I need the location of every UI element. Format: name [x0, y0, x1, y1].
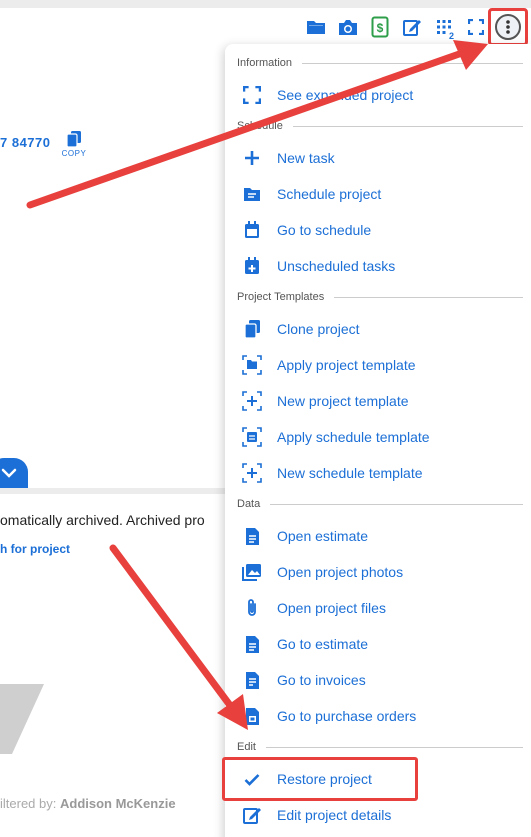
- template-plus-icon: [242, 463, 262, 483]
- menu-item-label: Schedule project: [277, 186, 382, 202]
- template-plus-icon: [242, 391, 262, 411]
- more-vert-icon: [495, 14, 521, 40]
- svg-text:$: $: [377, 21, 384, 35]
- expand-icon: [468, 19, 484, 35]
- copy-label: COPY: [61, 149, 87, 158]
- menu-item-label: New task: [277, 150, 335, 166]
- menu-item-label: Clone project: [277, 321, 360, 337]
- search-for-project-link[interactable]: h for project: [0, 542, 70, 556]
- section-header-edit: Edit: [237, 740, 523, 754]
- menu-item-label: Open estimate: [277, 528, 369, 544]
- section-title: Data: [237, 498, 261, 510]
- edit-icon: [243, 808, 261, 824]
- calendar-plus-icon: [245, 257, 259, 274]
- menu-item-apply-project-template[interactable]: Apply project template: [225, 348, 531, 382]
- menu-item-label: Apply schedule template: [277, 429, 430, 445]
- section-title: Edit: [237, 741, 256, 753]
- menu-item-label: Go to estimate: [277, 636, 369, 652]
- project-toolbar: $ 2: [300, 12, 492, 42]
- section-header-project-templates: Project Templates: [237, 290, 523, 304]
- edit-button[interactable]: [396, 12, 428, 42]
- menu-item-schedule-project[interactable]: Schedule project: [225, 177, 531, 211]
- menu-item-go-to-purchase-orders[interactable]: Go to purchase orders: [225, 699, 531, 733]
- menu-item-label: Open project photos: [277, 564, 404, 580]
- grid-badge: 2: [448, 31, 454, 41]
- menu-item-see-expanded-project[interactable]: See expanded project: [225, 78, 531, 112]
- more-options-button[interactable]: [488, 8, 528, 46]
- menu-item-label: Apply project template: [277, 357, 416, 373]
- menu-item-go-to-invoices[interactable]: Go to invoices: [225, 663, 531, 697]
- menu-item-go-to-estimate[interactable]: Go to estimate: [225, 627, 531, 661]
- estimate-button[interactable]: $: [364, 12, 396, 42]
- invoice-icon: [245, 671, 259, 689]
- template-folder-icon: [242, 355, 262, 375]
- menu-item-label: New schedule template: [277, 465, 423, 481]
- chevron-down-icon: [1, 468, 17, 478]
- camera-button[interactable]: [332, 12, 364, 42]
- section-header-information: Information: [237, 56, 523, 70]
- copy-button[interactable]: COPY: [60, 131, 88, 158]
- folder-icon: [307, 21, 325, 34]
- menu-item-label: Unscheduled tasks: [277, 258, 396, 274]
- menu-item-label: Go to invoices: [277, 672, 366, 688]
- menu-item-open-project-files[interactable]: Open project files: [225, 591, 531, 625]
- paperclip-icon: [248, 599, 256, 616]
- document-icon: [245, 527, 259, 545]
- folder-lines-icon: [244, 188, 260, 201]
- menu-item-label: Go to schedule: [277, 222, 372, 238]
- section-header-data: Data: [237, 497, 523, 511]
- document-icon: [245, 635, 259, 653]
- menu-item-new-schedule-template[interactable]: New schedule template: [225, 456, 531, 490]
- section-header-schedule: Schedule: [237, 119, 523, 133]
- filtered-user-name: Addison McKenzie: [60, 796, 176, 811]
- menu-item-apply-schedule-template[interactable]: Apply schedule template: [225, 420, 531, 454]
- menu-item-label: Go to purchase orders: [277, 708, 417, 724]
- section-title: Project Templates: [237, 291, 325, 303]
- menu-item-new-project-template[interactable]: New project template: [225, 384, 531, 418]
- phone-number: 7 84770: [0, 135, 51, 150]
- calendar-icon: [245, 221, 259, 238]
- menu-item-edit-project-details[interactable]: Edit project details: [225, 798, 531, 832]
- empty-state-graphic: [0, 684, 44, 754]
- menu-item-label: Open project files: [277, 600, 386, 616]
- restore-project-highlight: [222, 757, 418, 801]
- copy-icon: [67, 131, 81, 147]
- menu-item-go-to-schedule[interactable]: Go to schedule: [225, 213, 531, 247]
- menu-item-label: New project template: [277, 393, 409, 409]
- dollar-document-icon: $: [371, 16, 389, 38]
- edit-icon: [403, 20, 421, 36]
- menu-item-label: Edit project details: [277, 807, 392, 823]
- grid-button[interactable]: 2: [428, 12, 460, 42]
- copy-icon: [244, 320, 260, 338]
- camera-icon: [339, 19, 357, 35]
- menu-item-open-project-photos[interactable]: Open project photos: [225, 555, 531, 589]
- purchase-order-icon: [245, 707, 259, 725]
- archived-notice: omatically archived. Archived pro: [0, 512, 205, 528]
- menu-item-new-task[interactable]: New task: [225, 141, 531, 175]
- photos-icon: [242, 564, 261, 581]
- filtered-by-text: iltered by: Addison McKenzie: [0, 796, 176, 811]
- section-title: Information: [237, 57, 293, 69]
- expand-icon: [243, 86, 261, 104]
- section-title: Schedule: [237, 120, 283, 132]
- project-actions-menu: Information See expanded project Schedul…: [225, 44, 531, 837]
- menu-item-clone-project[interactable]: Clone project: [225, 312, 531, 346]
- plus-icon: [245, 151, 259, 165]
- menu-item-unscheduled-tasks[interactable]: Unscheduled tasks: [225, 249, 531, 283]
- folder-button[interactable]: [300, 12, 332, 42]
- collapse-toggle[interactable]: [0, 458, 28, 488]
- template-calendar-icon: [242, 427, 262, 447]
- menu-item-label: See expanded project: [277, 87, 414, 103]
- menu-item-open-estimate[interactable]: Open estimate: [225, 519, 531, 553]
- filtered-by-label: iltered by:: [0, 796, 57, 811]
